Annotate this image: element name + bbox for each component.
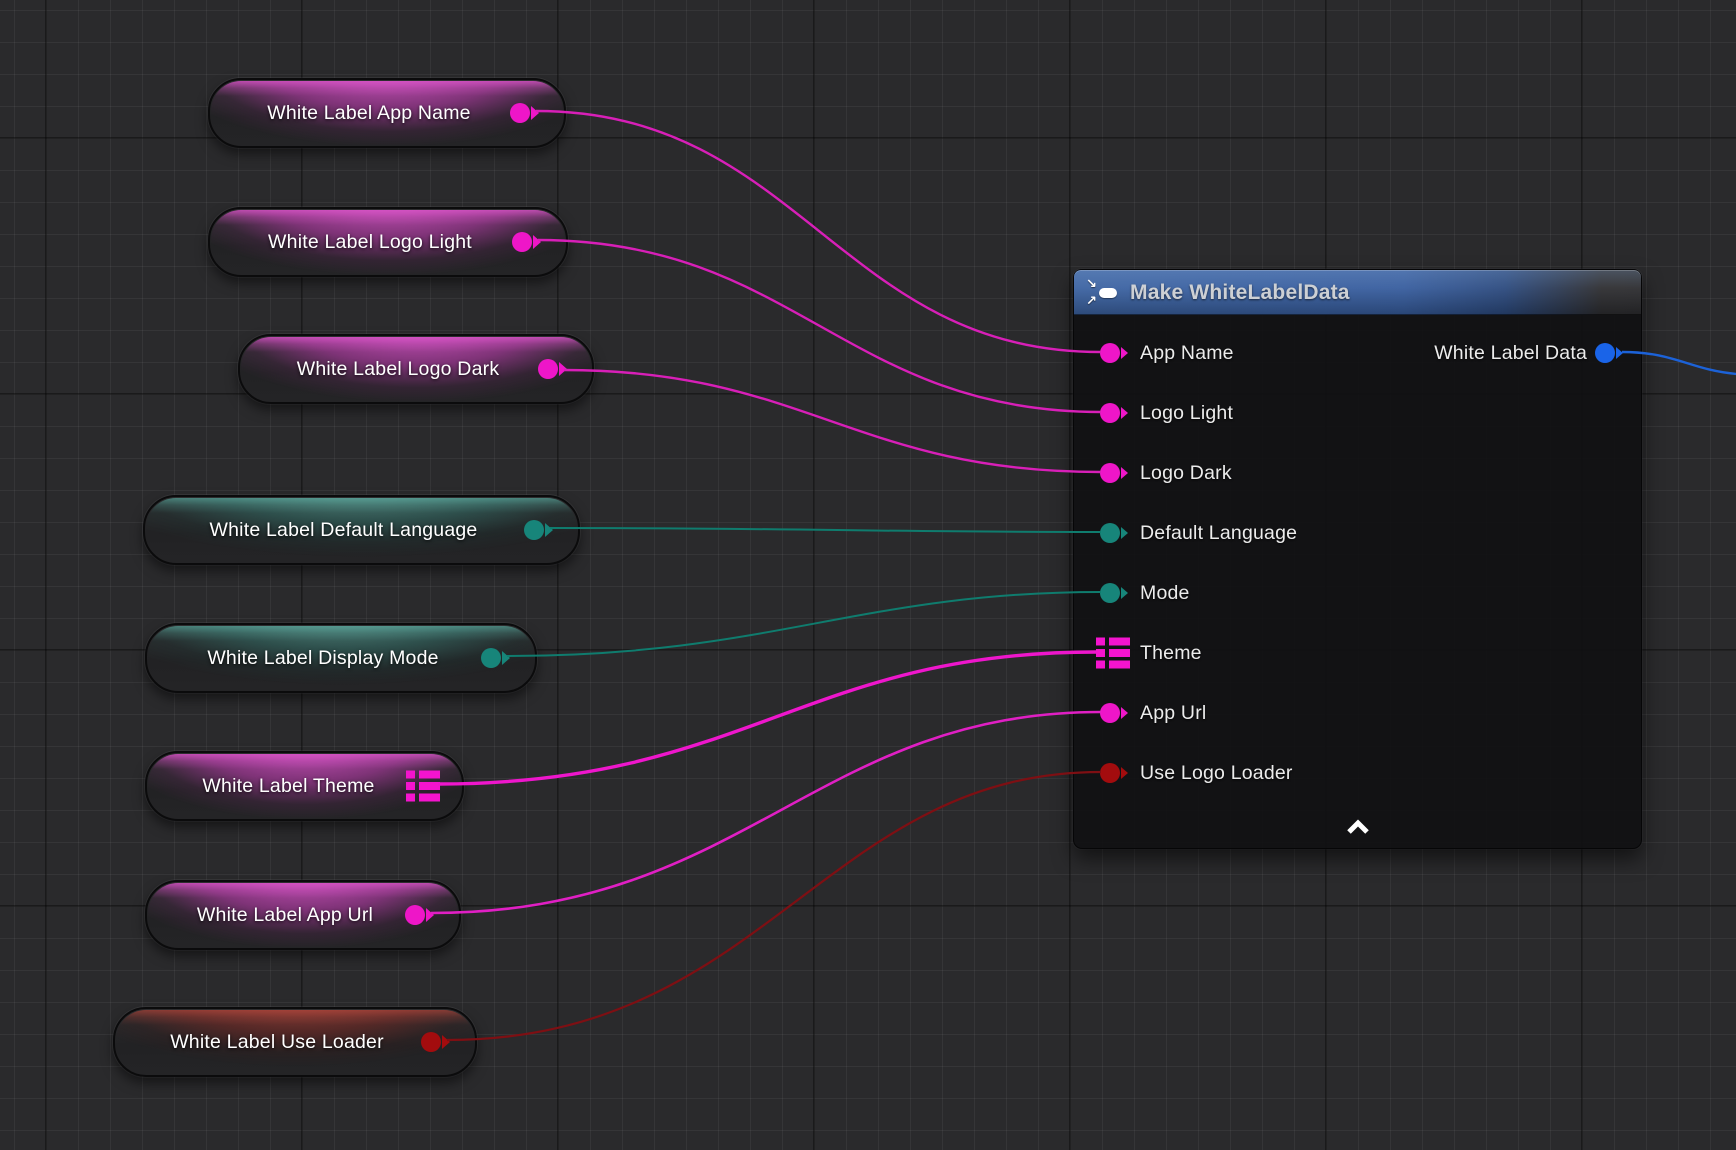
pin-row-app-url: App Url [1074, 683, 1641, 743]
make-struct-icon: ↘ ↗ [1086, 278, 1120, 308]
output-pin-string[interactable] [512, 231, 542, 253]
variable-node-white-label-display-mode[interactable]: White Label Display Mode [145, 623, 537, 693]
output-pin-enum[interactable] [481, 647, 511, 669]
wire-use-logo-loader[interactable] [447, 772, 1101, 1040]
output-pin-bool[interactable] [421, 1031, 451, 1053]
variable-node-label: White Label Logo Dark [271, 358, 562, 381]
variable-node-label: White Label App Name [241, 102, 532, 125]
pin-row-theme: Theme [1074, 623, 1641, 683]
variable-node-white-label-default-language[interactable]: White Label Default Language [143, 495, 580, 565]
pin-label: Use Logo Loader [1140, 762, 1293, 785]
wire-logo-dark[interactable] [564, 370, 1101, 472]
input-pin-string[interactable] [1100, 342, 1130, 364]
pin-row-default-language: Default Language [1074, 503, 1641, 563]
wire-theme[interactable] [438, 652, 1096, 784]
variable-node-white-label-app-url[interactable]: White Label App Url [145, 880, 461, 950]
node-title: Make WhiteLabelData [1130, 281, 1350, 305]
output-pin-struct-icon[interactable] [406, 771, 440, 802]
input-pin-struct-icon[interactable] [1096, 638, 1130, 669]
collapse-node-button[interactable] [1338, 814, 1378, 840]
variable-node-white-label-logo-dark[interactable]: White Label Logo Dark [238, 334, 594, 404]
output-pin-string[interactable] [538, 358, 568, 380]
variable-node-label: White Label Use Loader [144, 1031, 446, 1054]
pin-row-app-name: App Name White Label Data [1074, 323, 1641, 383]
output-pin-enum[interactable] [524, 519, 554, 541]
wire-default-language[interactable] [550, 528, 1101, 532]
variable-node-label: White Label Theme [176, 775, 432, 798]
output-pin-string[interactable] [510, 102, 540, 124]
pin-rows: App Name White Label Data Logo Light Log… [1074, 323, 1641, 803]
pin-label: Logo Light [1140, 402, 1233, 425]
blueprint-graph-canvas[interactable]: White Label App Name White Label Logo Li… [0, 0, 1736, 1150]
input-pin-enum[interactable] [1100, 522, 1130, 544]
pin-label: Theme [1140, 642, 1202, 665]
pin-label: App Url [1140, 702, 1206, 725]
variable-node-label: White Label Default Language [184, 519, 540, 542]
make-whitelabeldata-node[interactable]: ↘ ↗ Make WhiteLabelData App Name White L… [1073, 269, 1642, 849]
pin-label: Mode [1140, 582, 1190, 605]
variable-node-white-label-use-loader[interactable]: White Label Use Loader [113, 1007, 477, 1077]
input-pin-bool[interactable] [1100, 762, 1130, 784]
pin-label: Default Language [1140, 522, 1297, 545]
variable-node-white-label-app-name[interactable]: White Label App Name [208, 78, 566, 148]
pin-label: White Label Data [1434, 342, 1587, 365]
input-pin-string[interactable] [1100, 702, 1130, 724]
variable-node-label: White Label App Url [171, 904, 435, 927]
variable-node-label: White Label Display Mode [181, 647, 500, 670]
pin-label: App Name [1140, 342, 1234, 365]
chevron-up-icon [1345, 819, 1371, 835]
input-pin-string[interactable] [1100, 462, 1130, 484]
input-pin-string[interactable] [1100, 402, 1130, 424]
wire-app-name[interactable] [536, 111, 1101, 352]
pin-row-logo-light: Logo Light [1074, 383, 1641, 443]
wire-display-mode[interactable] [507, 592, 1101, 656]
variable-node-label: White Label Logo Light [242, 231, 534, 254]
wire-logo-light[interactable] [538, 240, 1101, 412]
pin-row-logo-dark: Logo Dark [1074, 443, 1641, 503]
pin-row-use-logo-loader: Use Logo Loader [1074, 743, 1641, 803]
output-pin-group: White Label Data [1434, 323, 1625, 383]
pin-row-mode: Mode [1074, 563, 1641, 623]
variable-node-white-label-logo-light[interactable]: White Label Logo Light [208, 207, 568, 277]
output-pin-string[interactable] [405, 904, 435, 926]
output-pin-struct[interactable] [1595, 342, 1625, 364]
variable-node-white-label-theme[interactable]: White Label Theme [145, 751, 464, 821]
wire-app-url[interactable] [431, 712, 1101, 913]
input-pin-enum[interactable] [1100, 582, 1130, 604]
pin-label: Logo Dark [1140, 462, 1232, 485]
node-header[interactable]: ↘ ↗ Make WhiteLabelData [1074, 270, 1641, 315]
